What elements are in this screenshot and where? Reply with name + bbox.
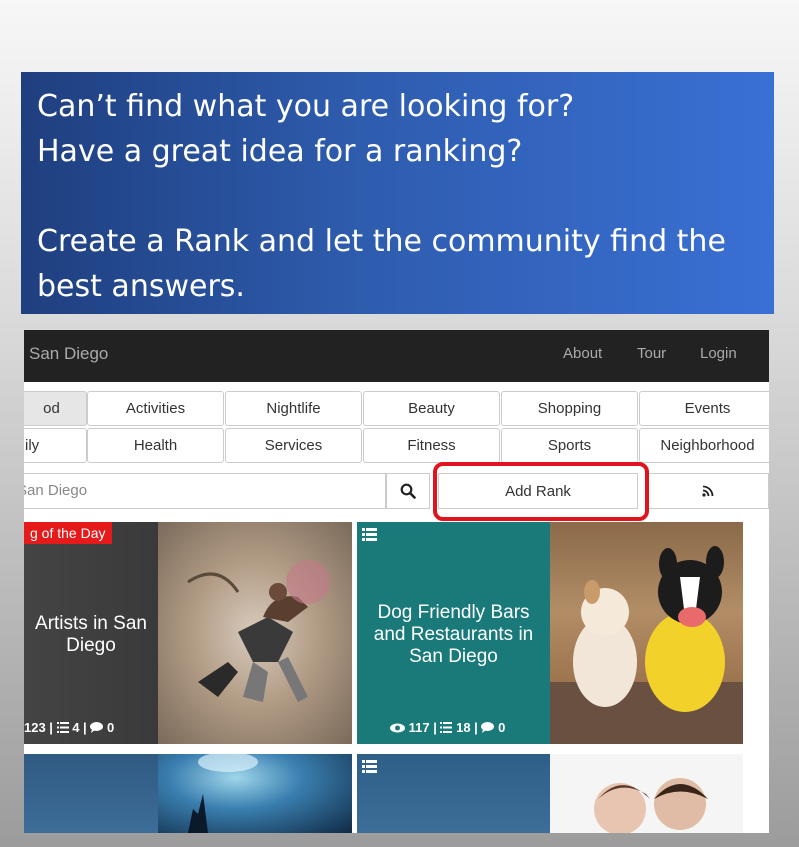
artist-image <box>158 522 352 744</box>
dancer-illustration <box>187 560 330 702</box>
category-fitness[interactable]: Fitness <box>363 428 500 463</box>
dog-image <box>550 522 743 744</box>
banner-line-1: Can’t find what you are looking for? <box>37 89 575 124</box>
category-row-2: ily Health Services Fitness Sports Neigh… <box>24 428 769 465</box>
views-count: 123 | <box>24 720 53 735</box>
rank-tile-bottom-2[interactable] <box>357 754 550 833</box>
category-label: od <box>43 400 60 417</box>
category-label: Events <box>684 400 731 417</box>
tile-stats: 117 | 18 | 0 <box>390 720 505 735</box>
tile-title: Dog Friendly Bars and Restaurants in San… <box>373 602 534 667</box>
search-icon <box>400 483 416 499</box>
category-family[interactable]: ily <box>24 428 87 463</box>
category-label: Shopping <box>537 400 602 417</box>
category-food[interactable]: od <box>24 391 87 426</box>
rss-icon <box>701 485 713 497</box>
list-icon <box>362 528 377 541</box>
lists-count: 4 | <box>72 720 87 735</box>
category-shopping[interactable]: Shopping <box>501 391 638 426</box>
list-icon <box>362 760 377 773</box>
nav-tour[interactable]: Tour <box>637 345 666 362</box>
category-label: ily <box>25 437 40 454</box>
dogs-photo <box>550 546 743 744</box>
category-services[interactable]: Services <box>225 428 362 463</box>
category-health[interactable]: Health <box>87 428 224 463</box>
category-label: Fitness <box>407 437 456 454</box>
add-rank-highlight <box>433 462 649 521</box>
category-neighborhood[interactable]: Neighborhood <box>639 428 769 463</box>
search-row: San Diego Add Rank <box>24 473 769 511</box>
rank-tile-artists[interactable]: g of the Day Artists in San Diego 123 | … <box>24 522 158 744</box>
couple-photo <box>594 778 708 833</box>
category-label: Nightlife <box>266 400 321 417</box>
rss-button[interactable] <box>646 473 769 509</box>
search-input[interactable]: San Diego <box>24 473 386 509</box>
list-icon <box>56 722 69 733</box>
banner-line-4: best answers. <box>37 269 245 304</box>
category-activities[interactable]: Activities <box>87 391 224 426</box>
category-sports[interactable]: Sports <box>501 428 638 463</box>
category-nightlife[interactable]: Nightlife <box>225 391 362 426</box>
rank-tile-bottom-1[interactable] <box>24 754 158 833</box>
nav-about[interactable]: About <box>563 345 602 362</box>
list-icon <box>440 722 453 733</box>
banner-line-2: Have a great idea for a ranking? <box>37 134 523 169</box>
comment-icon <box>90 722 104 733</box>
tile-title: Artists in San Diego <box>35 613 147 656</box>
category-label: Services <box>264 437 323 454</box>
couple-image <box>550 754 743 833</box>
eye-icon <box>390 723 405 733</box>
nav-login[interactable]: Login <box>700 345 737 362</box>
top-navbar: San Diego About Tour Login <box>24 330 769 382</box>
category-label: Sports <box>547 437 592 454</box>
search-placeholder: San Diego <box>24 482 88 499</box>
rank-of-day-ribbon: g of the Day <box>24 522 112 544</box>
category-events[interactable]: Events <box>639 391 769 426</box>
category-label: Beauty <box>408 400 455 417</box>
category-label: Health <box>133 437 178 454</box>
tile-stats: 123 | 4 | 0 <box>24 720 114 735</box>
rank-tile-dog-friendly[interactable]: Dog Friendly Bars and Restaurants in San… <box>357 522 550 744</box>
promo-banner: Can’t find what you are looking for? Hav… <box>21 72 774 314</box>
concert-image <box>158 754 352 833</box>
comments-count: 0 <box>498 720 506 735</box>
views-count: 117 | <box>408 720 437 735</box>
concert-photo <box>188 754 258 833</box>
category-label: Neighborhood <box>660 437 755 454</box>
banner-line-3: Create a Rank and let the community find… <box>37 224 726 259</box>
category-row-1: od Activities Nightlife Beauty Shopping … <box>24 391 769 428</box>
comment-icon <box>481 722 495 733</box>
comments-count: 0 <box>106 720 115 735</box>
category-beauty[interactable]: Beauty <box>363 391 500 426</box>
brand-name[interactable]: San Diego <box>29 344 108 364</box>
category-label: Activities <box>125 400 186 417</box>
lists-count: 18 | <box>456 720 478 735</box>
search-button[interactable] <box>386 473 430 509</box>
website-screenshot: San Diego About Tour Login od Activities… <box>24 330 769 833</box>
